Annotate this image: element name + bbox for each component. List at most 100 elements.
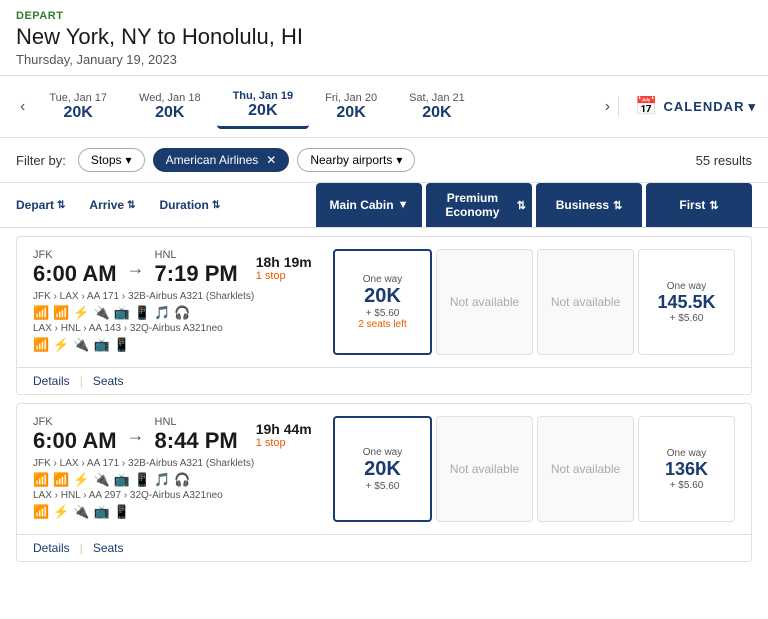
details-link[interactable]: Details	[33, 541, 80, 555]
screen-icon: 📺	[94, 337, 110, 353]
cabin-header-main-cabin[interactable]: Main Cabin ▼	[316, 183, 422, 227]
screen-icon: 📺	[114, 472, 130, 488]
cabin-label: Premium Economy	[432, 191, 513, 219]
stop-label: 1 stop	[256, 437, 312, 449]
filter-chevron-icon: ▾	[396, 153, 402, 167]
flight-info: JFK 6:00 AM → HNL 7:19 PM 18h 19m 1 stop…	[33, 249, 333, 355]
depart-airport-code: JFK	[33, 416, 117, 428]
filter-btn-label: American Airlines	[166, 153, 259, 167]
wifi2-icon: 📶	[53, 305, 69, 321]
day-price: 20K	[49, 104, 107, 122]
screen-icon: 📺	[94, 504, 110, 520]
calendar-chevron: ▾	[748, 99, 756, 115]
calendar-dates: Tue, Jan 17 20KWed, Jan 18 20KThu, Jan 1…	[33, 84, 596, 129]
music-icon: 🎵	[154, 305, 170, 321]
price-amount: 145.5K	[657, 292, 715, 313]
cabin-header-first[interactable]: First ⇅	[646, 183, 752, 227]
results-count: 55 results	[696, 153, 752, 168]
price-cell-first[interactable]: One way 136K + $5.60	[638, 416, 735, 522]
plug-icon: 🔌	[73, 504, 89, 520]
phone-icon: 📱	[114, 337, 130, 353]
col-left-headers: Depart ⇅ Arrive ⇅ Duration ⇅	[16, 183, 316, 227]
plug-icon: 🔌	[73, 337, 89, 353]
power-icon: ⚡	[73, 472, 89, 488]
calendar-day[interactable]: Tue, Jan 17 20K	[33, 86, 123, 128]
calendar-next[interactable]: ›	[597, 98, 618, 116]
calendar-day[interactable]: Wed, Jan 18 20K	[123, 86, 217, 128]
calendar-day[interactable]: Thu, Jan 19 20K	[217, 84, 310, 129]
price-cells: One way 20K + $5.60 Not available Not av…	[333, 416, 735, 522]
filter-close-icon[interactable]: ✕	[266, 153, 276, 167]
price-cell-unavailable: Not available	[537, 249, 634, 355]
calendar-right: 📅 CALENDAR ▾	[618, 96, 756, 117]
cabin-header-business[interactable]: Business ⇅	[536, 183, 642, 227]
price-cells: One way 20K + $5.60 2 seats left Not ava…	[333, 249, 735, 355]
duration-section: 19h 44m 1 stop	[256, 421, 312, 449]
depart-label: DEPART	[16, 10, 752, 22]
power-icon: ⚡	[53, 337, 69, 353]
amenity-icons-2: 📶 ⚡ 🔌 📺 📱	[33, 337, 333, 353]
wifi-icon: 📶	[33, 305, 49, 321]
cabin-label: First	[679, 198, 705, 212]
calendar-day[interactable]: Sat, Jan 21 20K	[393, 86, 481, 128]
route1-label: JFK › LAX › AA 171 › 32B-Airbus A321 (Sh…	[33, 458, 333, 469]
cabin-sort-icon: ⇅	[517, 199, 526, 212]
price-amount: 20K	[364, 458, 401, 481]
flight-footer: Details | Seats	[17, 534, 751, 561]
calendar-button[interactable]: CALENDAR ▾	[664, 99, 756, 115]
seats-link[interactable]: Seats	[93, 374, 134, 388]
one-way-label: One way	[363, 447, 402, 458]
arrive-col-header[interactable]: Arrive ⇅	[89, 198, 135, 212]
flight-list: JFK 6:00 AM → HNL 7:19 PM 18h 19m 1 stop…	[0, 236, 768, 562]
flight-main: JFK 6:00 AM → HNL 7:19 PM 18h 19m 1 stop…	[17, 237, 751, 367]
filter-btn[interactable]: Nearby airports ▾	[297, 148, 415, 172]
filter-btn[interactable]: Stops ▾	[78, 148, 145, 172]
day-label: Fri, Jan 20	[325, 92, 377, 104]
cabin-label: Business	[556, 198, 609, 212]
not-available-label: Not available	[450, 462, 519, 476]
filter-btn-active[interactable]: American Airlines ✕	[153, 148, 290, 172]
column-headers: Depart ⇅ Arrive ⇅ Duration ⇅ Main Cabin …	[0, 183, 768, 228]
not-available-label: Not available	[551, 462, 620, 476]
seats-link[interactable]: Seats	[93, 541, 134, 555]
route1-label: JFK › LAX › AA 171 › 32B-Airbus A321 (Sh…	[33, 291, 333, 302]
route2-label: LAX › HNL › AA 297 › 32Q-Airbus A321neo	[33, 490, 333, 501]
price-cell-unavailable: Not available	[537, 416, 634, 522]
not-available-label: Not available	[450, 295, 519, 309]
price-cell-unavailable: Not available	[436, 249, 533, 355]
day-price: 20K	[409, 104, 465, 122]
price-cell-first[interactable]: One way 145.5K + $5.60	[638, 249, 735, 355]
amenity-icons-1: 📶 📶 ⚡ 🔌 📺 📱 🎵 🎧	[33, 305, 333, 321]
filter-bar: Filter by: Stops ▾ American Airlines ✕ Nea…	[0, 138, 768, 183]
not-available-label: Not available	[551, 295, 620, 309]
duration-col-header[interactable]: Duration ⇅	[159, 198, 220, 212]
price-fee: + $5.60	[366, 308, 400, 319]
wifi-icon: 📶	[33, 504, 49, 520]
filter-label: Filter by:	[16, 153, 66, 168]
footer-divider: |	[80, 374, 83, 388]
day-price: 20K	[325, 104, 377, 122]
power-icon: ⚡	[73, 305, 89, 321]
amenity-icons-2: 📶 ⚡ 🔌 📺 📱	[33, 504, 333, 520]
arrive-section: HNL 7:19 PM	[155, 249, 238, 287]
route-title: New York, NY to Honolulu, HI	[16, 24, 752, 50]
price-cell-main[interactable]: One way 20K + $5.60	[333, 416, 432, 522]
price-cell-main[interactable]: One way 20K + $5.60 2 seats left	[333, 249, 432, 355]
screen-icon: 📺	[114, 305, 130, 321]
cabin-header-premium-economy[interactable]: Premium Economy ⇅	[426, 183, 532, 227]
filter-btn-label: Nearby airports	[310, 153, 392, 167]
wifi-icon: 📶	[33, 472, 49, 488]
depart-time: 6:00 AM	[33, 261, 117, 287]
depart-col-header[interactable]: Depart ⇅	[16, 198, 65, 212]
cabin-headers: Main Cabin ▼Premium Economy ⇅Business ⇅F…	[316, 183, 752, 227]
arrow-icon: →	[127, 425, 145, 446]
arrive-airport-code: HNL	[155, 249, 238, 261]
calendar-day[interactable]: Fri, Jan 20 20K	[309, 86, 393, 128]
details-link[interactable]: Details	[33, 374, 80, 388]
calendar-icon: 📅	[635, 96, 657, 117]
price-amount: 136K	[665, 459, 708, 480]
calendar-prev[interactable]: ‹	[12, 98, 33, 116]
flight-info: JFK 6:00 AM → HNL 8:44 PM 19h 44m 1 stop…	[33, 416, 333, 522]
arrive-time: 7:19 PM	[155, 261, 238, 287]
seats-left: 2 seats left	[358, 319, 406, 330]
